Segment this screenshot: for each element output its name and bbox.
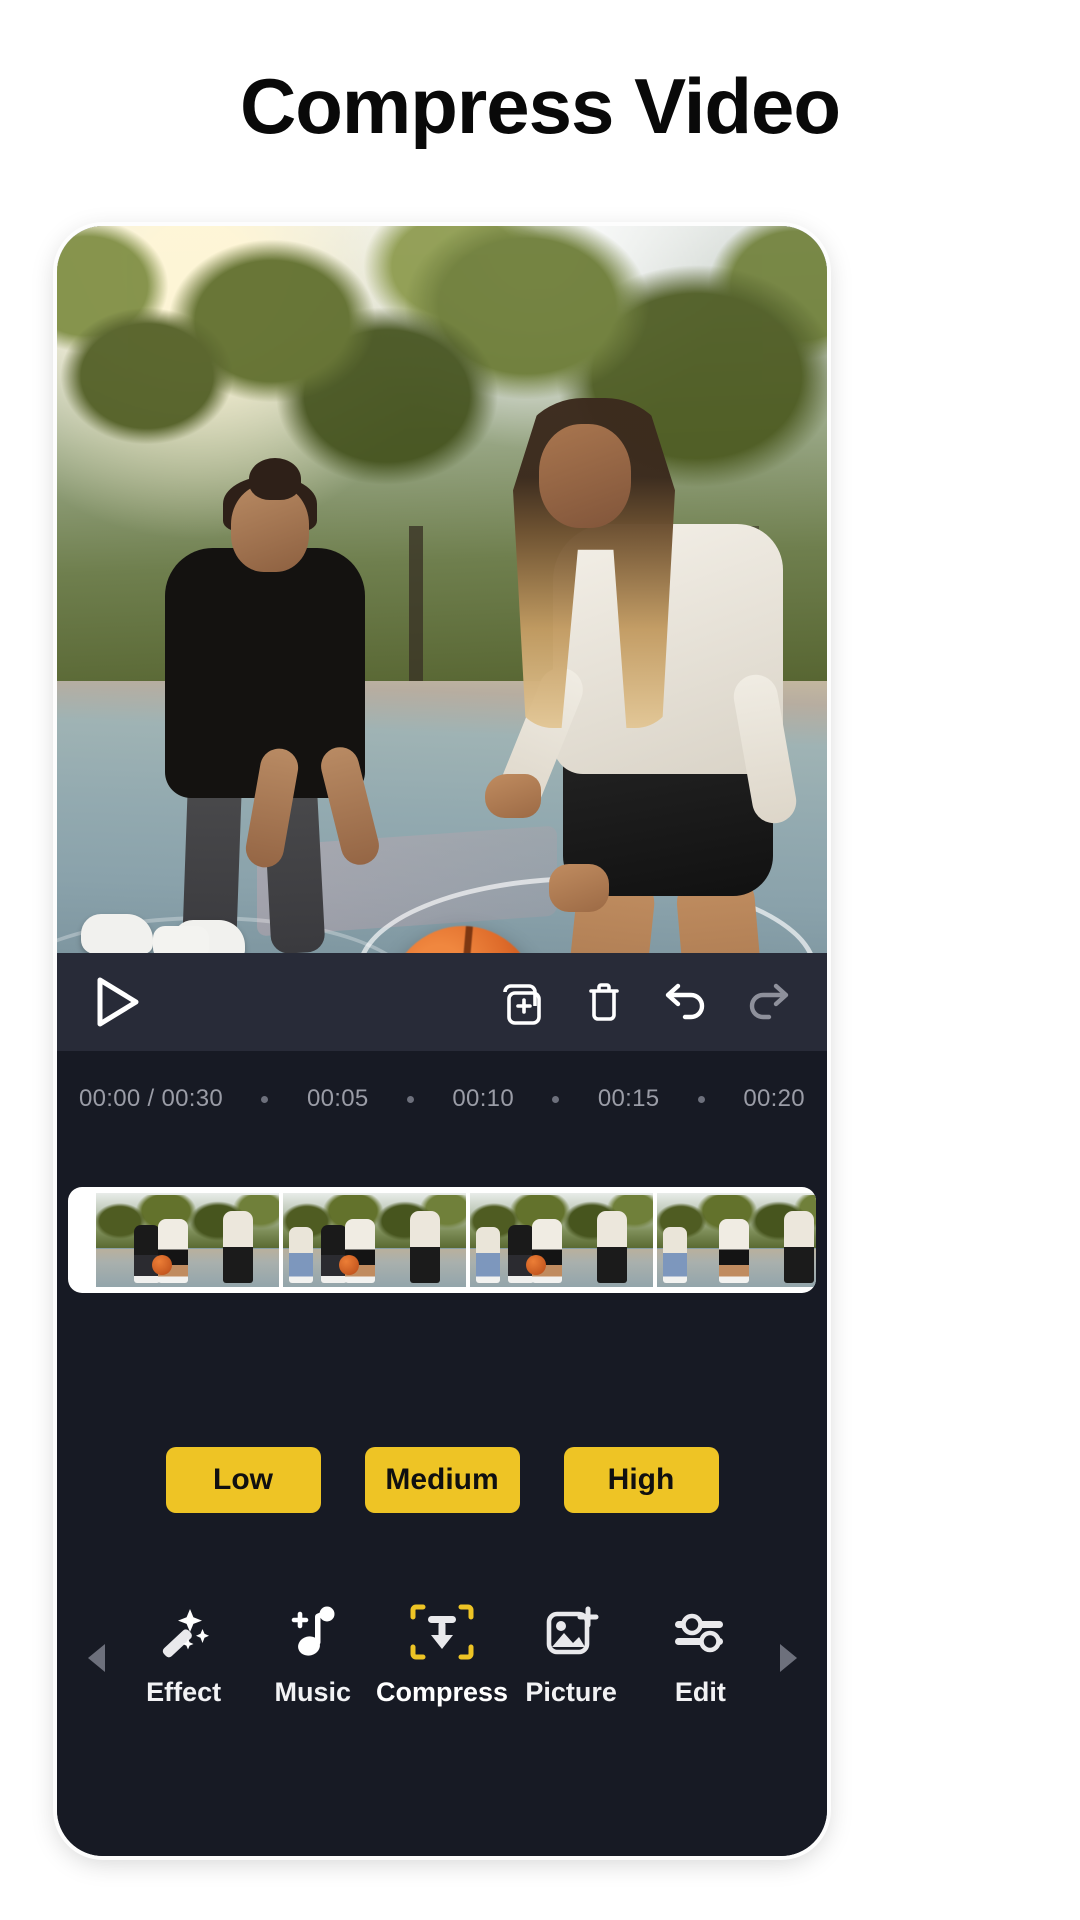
timeline-tick-label: 00:15: [597, 1085, 660, 1112]
timeline-ruler[interactable]: 00:00 / 00:30 00:05 00:10 00:15 00:20: [57, 1051, 827, 1147]
timeline-tick-dot: [406, 1095, 414, 1103]
filmstrip-thumbnail: [470, 1193, 653, 1287]
chevron-left-icon[interactable]: [73, 1601, 119, 1675]
nav-item-effect[interactable]: Effect: [120, 1601, 248, 1708]
compress-frame-icon: [409, 1601, 475, 1663]
sock: [153, 926, 209, 953]
timeline-tick-dot: [261, 1095, 269, 1103]
nav-item-picture[interactable]: Picture: [507, 1601, 635, 1708]
timeline-tick-label: 00:20: [743, 1085, 805, 1112]
hand: [549, 864, 609, 912]
player-right: [457, 374, 827, 953]
player-left: [149, 448, 383, 953]
nav-item-music[interactable]: Music: [249, 1601, 377, 1708]
timeline-tick-dot: [697, 1095, 705, 1103]
phone-mockup: 00:00 / 00:30 00:05 00:10 00:15 00:20 Lo…: [57, 226, 827, 1856]
nav-label-music: Music: [274, 1677, 352, 1707]
nav-item-compress[interactable]: Compress: [375, 1601, 508, 1708]
timeline-tick-label: 00:10: [452, 1085, 514, 1112]
nav-item-edit[interactable]: Edit: [636, 1601, 764, 1708]
music-note-add-icon: [286, 1601, 340, 1663]
app-screenshot: Compress Video 00:00 / 00:30 00:05 00:10…: [0, 0, 1080, 1920]
quality-high-button[interactable]: High: [563, 1447, 719, 1513]
magic-wand-icon: [155, 1601, 213, 1663]
nav-label-picture: Picture: [525, 1677, 617, 1707]
timeline-tick-label: 00:05: [306, 1085, 369, 1112]
video-preview[interactable]: [57, 226, 827, 953]
shoe: [81, 914, 153, 953]
hair-bun: [249, 458, 301, 500]
bottom-navigation: Effect Music Compress Picture Edit: [57, 1563, 827, 1856]
nav-label-compress: Compress: [375, 1677, 508, 1707]
basketball-seam: [395, 926, 535, 953]
nav-label-edit: Edit: [674, 1677, 726, 1707]
trash-icon[interactable]: [583, 978, 625, 1026]
play-icon[interactable]: [91, 974, 143, 1030]
timeline-track-area: [57, 1147, 827, 1397]
filmstrip-thumbnail: [283, 1193, 466, 1287]
filmstrip-thumbnail: [96, 1193, 279, 1287]
nav-label-effect: Effect: [146, 1677, 222, 1707]
timeline-current-total: 00:00 / 00:30: [79, 1085, 224, 1112]
image-add-icon: [543, 1601, 599, 1663]
page-title: Compress Video: [239, 62, 841, 150]
undo-icon[interactable]: [661, 981, 709, 1023]
player-toolbar: [57, 953, 827, 1051]
sliders-icon: [671, 1601, 729, 1663]
chevron-right-icon[interactable]: [765, 1601, 811, 1675]
video-filmstrip[interactable]: [68, 1187, 816, 1293]
add-layer-icon[interactable]: [501, 979, 547, 1025]
timeline-tick-dot: [552, 1095, 560, 1103]
head: [539, 424, 631, 528]
quality-medium-button[interactable]: Medium: [364, 1447, 520, 1513]
arm: [317, 743, 383, 869]
hand: [485, 774, 541, 818]
filmstrip-thumbnail: [657, 1193, 816, 1287]
redo-icon[interactable]: [745, 981, 793, 1023]
quality-low-button[interactable]: Low: [165, 1447, 321, 1513]
compression-quality-options: Low Medium High: [57, 1397, 827, 1563]
